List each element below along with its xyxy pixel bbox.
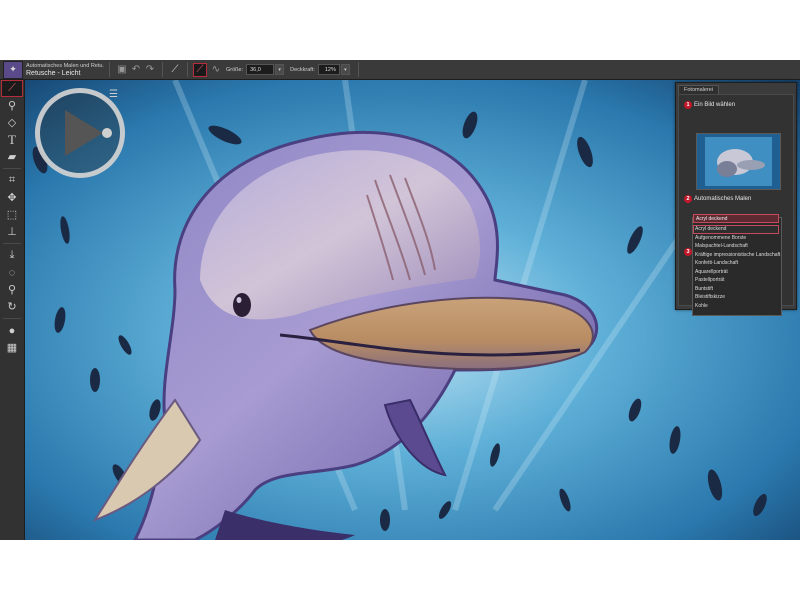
- toolbar-divider: [162, 62, 163, 77]
- step-2: 2 Automatisches Malen: [684, 195, 751, 203]
- dolphin-eye: [233, 293, 251, 317]
- crop-icon[interactable]: ⌗: [1, 172, 23, 189]
- preset-title: Automatisches Malen und Retu...: [26, 62, 104, 69]
- size-dropdown-icon[interactable]: ▾: [275, 64, 285, 75]
- texture-icon[interactable]: ▦: [1, 339, 23, 356]
- redo-icon[interactable]: ↷: [143, 63, 157, 77]
- opacity-input[interactable]: 12%: [317, 64, 340, 75]
- size-label: Größe:: [226, 66, 244, 73]
- style-option[interactable]: Malspachtel-Landschaft: [693, 242, 779, 251]
- step-number-badge: 1: [684, 101, 692, 109]
- preset-subtitle: Retusche - Leicht: [26, 69, 81, 77]
- smudge-icon[interactable]: ⤓: [1, 247, 23, 264]
- save-icon[interactable]: ▣: [115, 63, 129, 77]
- size-input[interactable]: 36,0: [246, 64, 275, 75]
- step-label: Ein Bild wählen: [694, 102, 736, 108]
- step-label: Automatisches Malen: [694, 196, 752, 202]
- color-swatch-icon[interactable]: ●: [1, 322, 23, 339]
- style-option[interactable]: Aquarellporträt: [693, 268, 779, 277]
- lasso-icon[interactable]: ◌: [1, 264, 23, 281]
- app-logo-icon[interactable]: ✦: [3, 60, 23, 79]
- eraser-icon[interactable]: ▰: [1, 148, 23, 165]
- style-option[interactable]: Acryl deckend: [693, 225, 779, 234]
- play-icon: [65, 110, 103, 156]
- eyedropper-icon[interactable]: ⚲: [1, 97, 23, 114]
- fotomalerei-panel: Fotomalerei 1 Ein Bild wählen 2 Automati…: [675, 82, 797, 316]
- brush-flow-icon[interactable]: ∿: [209, 63, 223, 77]
- style-dropdown[interactable]: Acryl deckend: [693, 214, 779, 223]
- top-toolbar: ✦ Automatisches Malen und Retu... Retusc…: [0, 60, 800, 80]
- brush-mode-icon[interactable]: ⟋: [168, 63, 182, 77]
- selection-icon[interactable]: ⬚: [1, 206, 23, 223]
- brush-stroke-icon[interactable]: ⟋: [193, 62, 207, 77]
- thumbnail-image: [697, 134, 780, 189]
- style-option[interactable]: Buntstift: [693, 285, 779, 294]
- tool-divider: [3, 168, 21, 169]
- play-button[interactable]: [35, 88, 125, 178]
- style-option[interactable]: Kohle: [693, 302, 779, 311]
- fill-bucket-icon[interactable]: ◇: [1, 114, 23, 131]
- panel-body: 1 Ein Bild wählen 2 Automatisches Malen …: [678, 94, 794, 316]
- style-option[interactable]: Pastellporträt: [693, 276, 779, 285]
- tool-divider: [3, 318, 21, 319]
- source-image-thumbnail[interactable]: [696, 133, 781, 190]
- toolbar-divider: [357, 62, 359, 77]
- toolbar-divider: [109, 62, 110, 77]
- opacity-label: Deckkraft:: [290, 66, 315, 73]
- toolbar-divider: [187, 62, 188, 77]
- step-number-badge: 2: [684, 195, 692, 203]
- opacity-dropdown-icon[interactable]: ▾: [340, 64, 350, 75]
- rotate-icon[interactable]: ↻: [1, 298, 23, 315]
- brush-icon[interactable]: ⟋: [1, 80, 23, 97]
- step-3: 3: [684, 248, 692, 256]
- style-option[interactable]: Konfetti-Landschaft: [693, 259, 779, 268]
- text-icon[interactable]: T: [1, 131, 23, 148]
- move-icon[interactable]: ✥: [1, 189, 23, 206]
- undo-icon[interactable]: ↶: [129, 63, 143, 77]
- preset-selector[interactable]: Automatisches Malen und Retu... Retusche…: [26, 62, 104, 78]
- hamburger-menu-icon[interactable]: ☰: [109, 89, 118, 100]
- stamp-icon[interactable]: ⊥: [1, 223, 23, 240]
- play-knob: [102, 128, 112, 138]
- style-options: Acryl deckend Aufgenommene Borste Malspa…: [693, 225, 780, 311]
- zoom-icon[interactable]: ⚲: [1, 281, 23, 298]
- app-window: ✦ Automatisches Malen und Retu... Retusc…: [0, 60, 800, 540]
- tool-palette: ⟋ ⚲ ◇ T ▰ ⌗ ✥ ⬚ ⊥ ⤓ ◌ ⚲ ↻ ● ▦: [0, 80, 25, 540]
- style-option[interactable]: Bleistiftskizze: [693, 293, 779, 302]
- step-1: 1 Ein Bild wählen: [684, 101, 735, 109]
- style-option[interactable]: Kräftige impressionistische Landschaft: [693, 251, 780, 260]
- style-option[interactable]: Aufgenommene Borste: [693, 234, 779, 243]
- tool-divider: [3, 243, 21, 244]
- step-number-badge: 3: [684, 248, 692, 256]
